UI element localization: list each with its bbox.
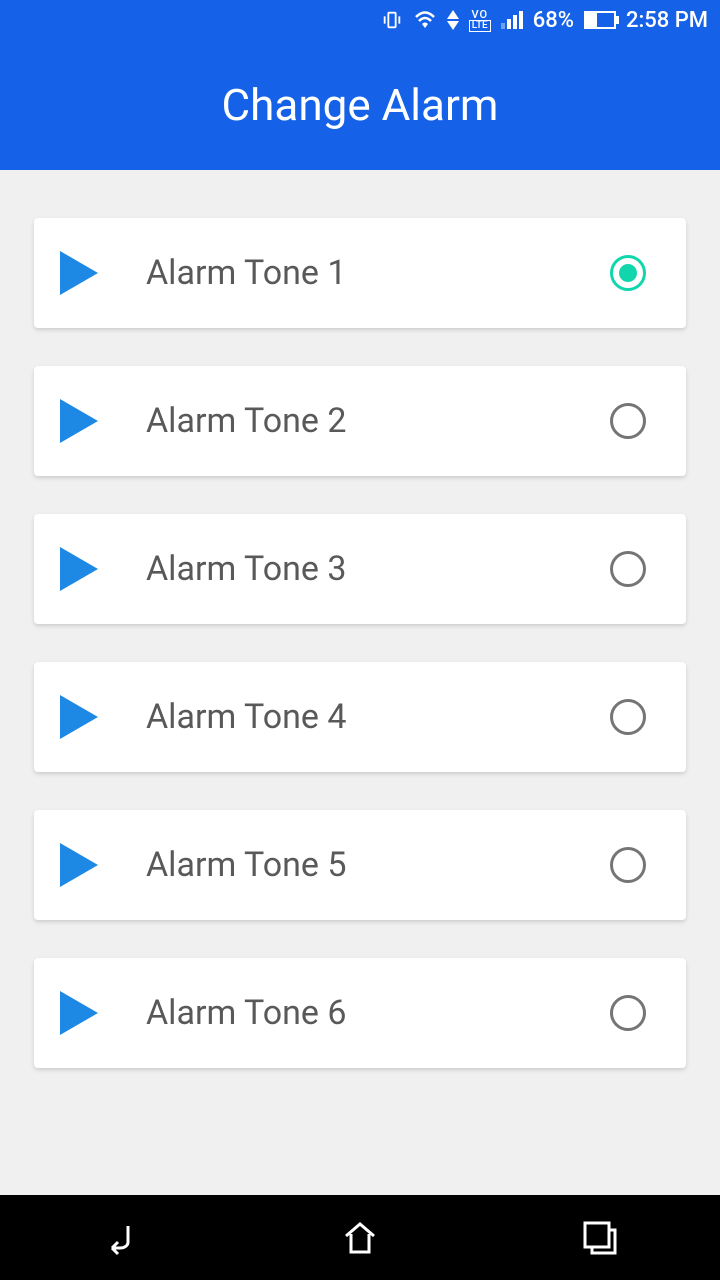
radio-unselected[interactable] [610, 551, 646, 587]
play-icon[interactable] [60, 399, 98, 443]
tone-label: Alarm Tone 4 [146, 697, 610, 737]
battery-icon [584, 11, 616, 29]
tone-list: Alarm Tone 1 Alarm Tone 2 Alarm Tone 3 A… [0, 170, 720, 1195]
tone-item-5[interactable]: Alarm Tone 5 [34, 810, 686, 920]
volte-icon: VO LTE [469, 9, 491, 32]
vibrate-icon [381, 9, 403, 31]
data-arrows-icon [447, 10, 459, 30]
battery-percent: 68% [533, 8, 574, 33]
play-icon[interactable] [60, 991, 98, 1035]
recent-apps-icon[interactable] [578, 1216, 622, 1260]
tone-item-2[interactable]: Alarm Tone 2 [34, 366, 686, 476]
tone-label: Alarm Tone 3 [146, 549, 610, 589]
tone-label: Alarm Tone 5 [146, 845, 610, 885]
radio-unselected[interactable] [610, 847, 646, 883]
navigation-bar [0, 1195, 720, 1280]
radio-unselected[interactable] [610, 699, 646, 735]
wifi-icon [413, 10, 437, 30]
tone-label: Alarm Tone 6 [146, 993, 610, 1033]
status-bar: VO LTE 68% 2:58 PM [0, 0, 720, 40]
tone-item-4[interactable]: Alarm Tone 4 [34, 662, 686, 772]
radio-unselected[interactable] [610, 403, 646, 439]
clock-time: 2:58 PM [626, 8, 708, 33]
radio-unselected[interactable] [610, 995, 646, 1031]
play-icon[interactable] [60, 251, 98, 295]
tone-item-3[interactable]: Alarm Tone 3 [34, 514, 686, 624]
status-icons: VO LTE 68% 2:58 PM [381, 8, 708, 33]
tone-item-6[interactable]: Alarm Tone 6 [34, 958, 686, 1068]
play-icon[interactable] [60, 695, 98, 739]
play-icon[interactable] [60, 547, 98, 591]
back-icon[interactable] [98, 1216, 142, 1260]
tone-item-1[interactable]: Alarm Tone 1 [34, 218, 686, 328]
tone-label: Alarm Tone 1 [146, 253, 610, 293]
page-title: Change Alarm [222, 79, 499, 131]
app-header: Change Alarm [0, 40, 720, 170]
tone-label: Alarm Tone 2 [146, 401, 610, 441]
home-icon[interactable] [338, 1216, 382, 1260]
signal-icon [501, 11, 523, 29]
radio-selected[interactable] [610, 255, 646, 291]
play-icon[interactable] [60, 843, 98, 887]
